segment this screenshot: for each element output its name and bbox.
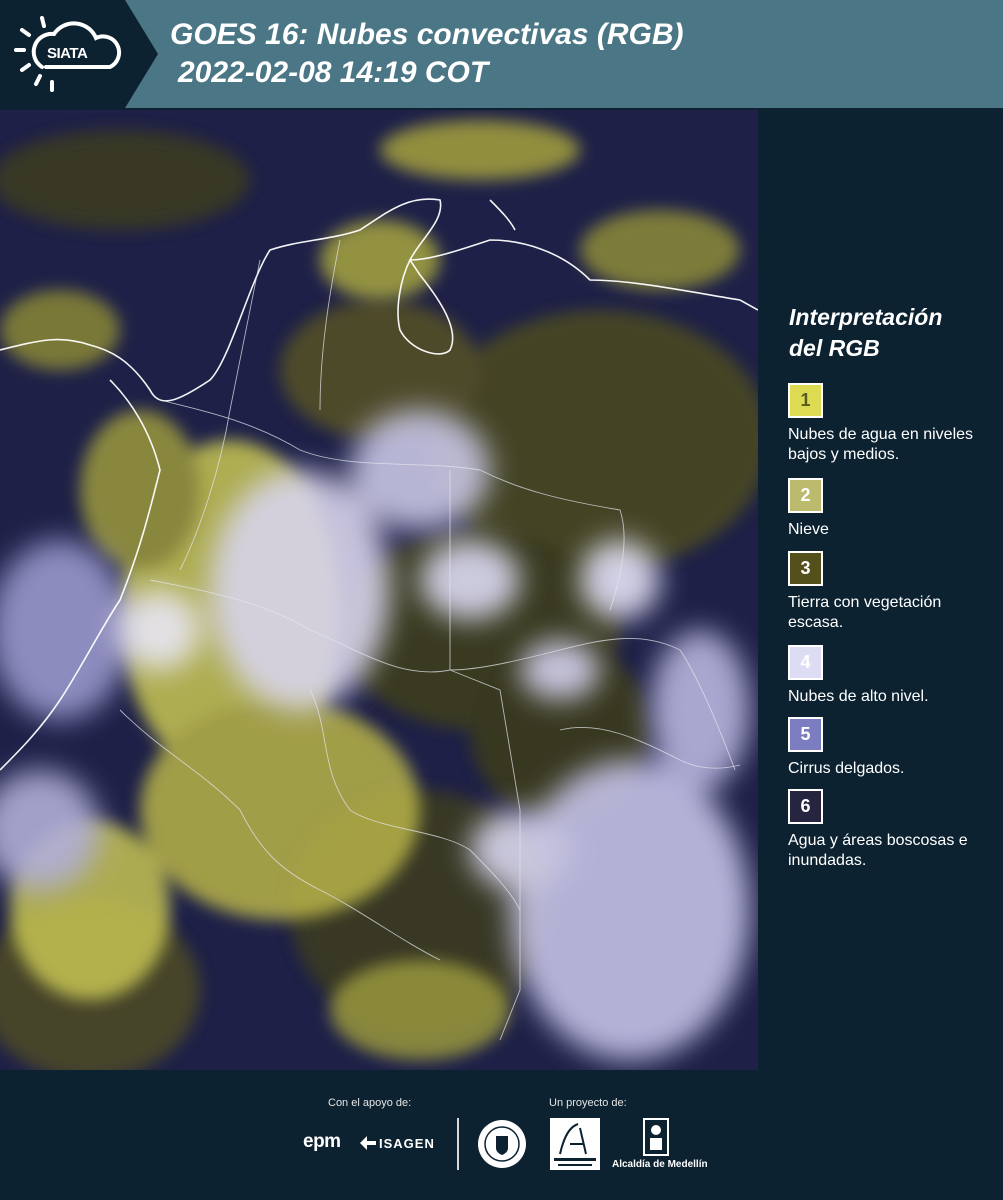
legend-label: Nieve	[788, 521, 829, 538]
logo-text: SIATA	[47, 45, 88, 62]
page-title: GOES 16: Nubes convectivas (RGB)	[170, 18, 684, 51]
footer: Con el apoyo de: Un proyecto de: epm ISA…	[0, 1070, 1003, 1200]
legend-label: Nubes de agua en niveles bajos y medios.	[788, 426, 974, 463]
legend-swatch: 2	[788, 478, 823, 513]
legend-item: 3 Tierra con vegetación escasa.	[788, 551, 998, 633]
legend-item: 6 Agua y áreas boscosas e inundadas.	[788, 789, 998, 871]
isagen-logo-icon	[360, 1136, 376, 1150]
page-timestamp: 2022-02-08 14:19 COT	[178, 56, 489, 89]
header-bar: SIATA GOES 16: Nubes convectivas (RGB) 2…	[0, 0, 1003, 108]
medellin-seal-icon	[478, 1120, 526, 1168]
legend-label: Agua y áreas boscosas e inundadas.	[788, 832, 968, 869]
legend-title-line2: del RGB	[789, 335, 880, 361]
legend-item: 2 Nieve	[788, 478, 998, 540]
legend-label: Tierra con vegetación escasa.	[788, 594, 942, 631]
footer-divider	[457, 1118, 459, 1170]
legend-title: Interpretación del RGB	[789, 302, 942, 364]
satellite-map	[0, 110, 758, 1070]
support-label: Con el apoyo de:	[328, 1097, 412, 1109]
legend-swatch: 4	[788, 645, 823, 680]
area-metropolitana-logo	[550, 1118, 600, 1170]
legend-title-line1: Interpretación	[789, 304, 943, 330]
alcaldia-label: Alcaldía de Medellín	[612, 1159, 708, 1170]
legend-item: 1 Nubes de agua en niveles bajos y medio…	[788, 383, 998, 465]
siata-logo: SIATA	[0, 0, 158, 108]
alcaldia-crest-icon	[643, 1118, 669, 1156]
project-label: Un proyecto de:	[549, 1097, 627, 1109]
legend-swatch: 6	[788, 789, 823, 824]
legend-panel: Interpretación del RGB 1 Nubes de agua e…	[760, 110, 1003, 1070]
satellite-image	[0, 110, 758, 1070]
epm-logo: epm	[303, 1131, 341, 1152]
legend-label: Cirrus delgados.	[788, 760, 905, 777]
legend-swatch: 3	[788, 551, 823, 586]
legend-item: 4 Nubes de alto nivel.	[788, 645, 998, 707]
legend-item: 5 Cirrus delgados.	[788, 717, 998, 779]
legend-swatch: 1	[788, 383, 823, 418]
legend-label: Nubes de alto nivel.	[788, 688, 929, 705]
isagen-logo: ISAGEN	[379, 1136, 435, 1151]
legend-swatch: 5	[788, 717, 823, 752]
